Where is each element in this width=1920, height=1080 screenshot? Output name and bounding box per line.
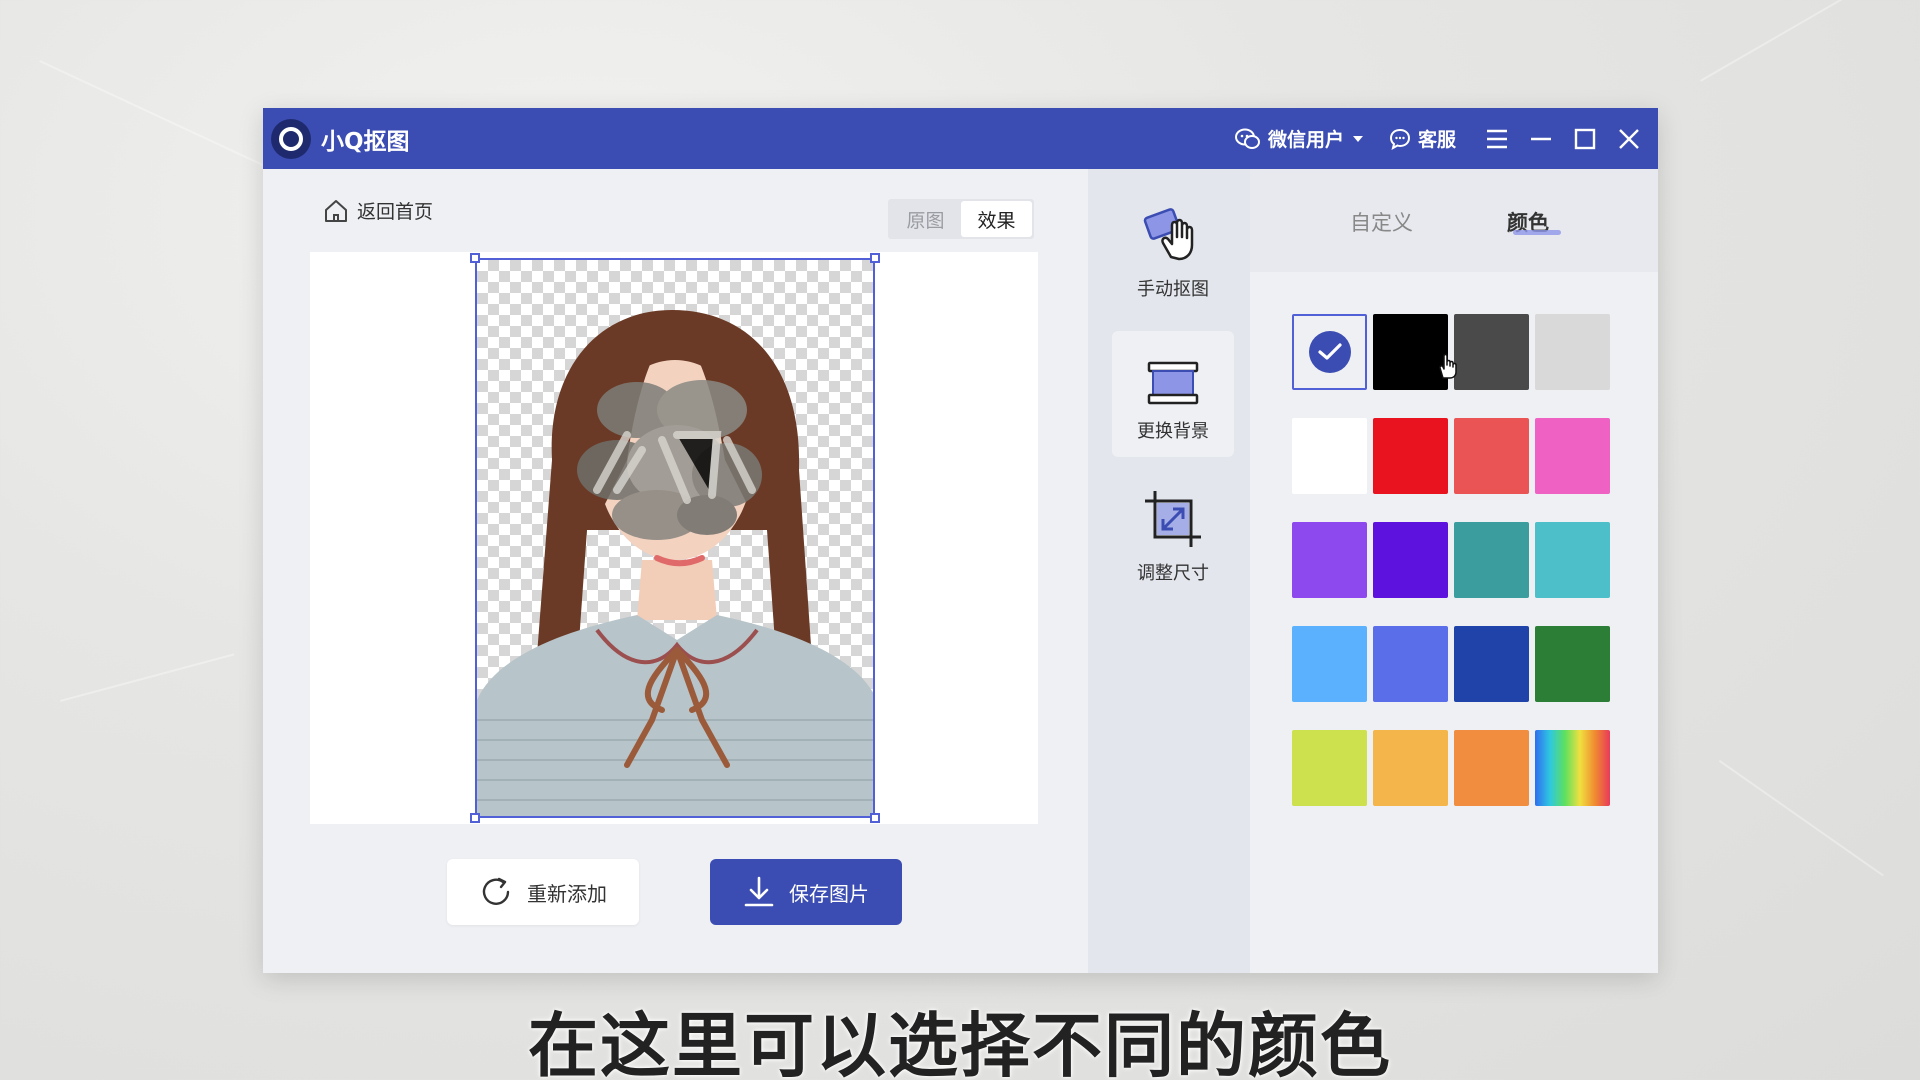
readd-button[interactable]: 重新添加 <box>447 859 639 925</box>
color-swatch[interactable] <box>1373 418 1448 494</box>
color-swatch[interactable] <box>1292 314 1367 390</box>
color-swatch[interactable] <box>1373 626 1448 702</box>
back-home-button[interactable]: 返回首页 <box>323 197 433 224</box>
crop-handle-top-right[interactable] <box>870 253 880 263</box>
color-swatch[interactable] <box>1292 730 1367 806</box>
color-swatch[interactable] <box>1535 626 1610 702</box>
color-swatch[interactable] <box>1292 626 1367 702</box>
color-swatch[interactable] <box>1373 730 1448 806</box>
color-swatch[interactable] <box>1535 418 1610 494</box>
wechat-user-menu[interactable]: 微信用户 <box>1234 125 1366 152</box>
panel-tabs: 自定义 颜色 <box>1250 169 1658 272</box>
color-panel: 自定义 颜色 <box>1250 169 1658 973</box>
minimize-icon <box>1531 137 1551 140</box>
color-swatch[interactable] <box>1292 418 1367 494</box>
crop-handle-bottom-left[interactable] <box>470 813 480 823</box>
crop-handle-bottom-right[interactable] <box>870 813 880 823</box>
video-subtitle: 在这里可以选择不同的颜色 <box>528 1005 1392 1080</box>
resize-icon <box>1145 491 1201 547</box>
color-swatch[interactable] <box>1454 730 1529 806</box>
support-label: 客服 <box>1417 129 1456 151</box>
support-button[interactable]: 客服 <box>1388 125 1456 152</box>
hamburger-menu-icon <box>1487 129 1507 148</box>
color-swatch[interactable] <box>1373 522 1448 598</box>
close-icon <box>1619 128 1639 149</box>
portrait-image <box>477 310 873 816</box>
tab-color[interactable]: 颜色 <box>1507 207 1561 237</box>
color-swatch[interactable] <box>1535 314 1610 390</box>
download-icon <box>744 876 774 907</box>
background-frame-icon <box>1147 361 1199 405</box>
tool-change-background-label: 更换背景 <box>1137 421 1209 442</box>
view-result-tab[interactable]: 效果 <box>961 201 1032 237</box>
title-bar: 小Q抠图 微信用户 客服 <box>263 108 1658 169</box>
tab-custom[interactable]: 自定义 <box>1350 207 1413 237</box>
hand-cutout-icon <box>1143 208 1194 261</box>
color-swatch[interactable] <box>1454 418 1529 494</box>
photo-preview[interactable] <box>475 258 875 818</box>
maximize-icon <box>1574 128 1596 149</box>
color-swatch[interactable] <box>1535 522 1610 598</box>
home-icon <box>325 199 347 222</box>
back-home-label: 返回首页 <box>357 201 434 223</box>
app-window: 小Q抠图 微信用户 客服 返回首页 原图 效果 重新添加 保存图片 手动抠图 更… <box>263 108 1658 973</box>
caret-down-icon <box>1352 135 1363 142</box>
view-toggle: 原图 效果 <box>888 199 1034 239</box>
mouse-cursor-hand-icon <box>1439 353 1457 379</box>
color-swatch[interactable] <box>1454 626 1529 702</box>
readd-label: 重新添加 <box>527 881 607 906</box>
save-image-label: 保存图片 <box>789 881 869 906</box>
color-swatch[interactable] <box>1535 730 1610 806</box>
close-button[interactable] <box>1614 124 1644 154</box>
wechat-user-label: 微信用户 <box>1267 129 1344 151</box>
save-image-button[interactable]: 保存图片 <box>710 859 902 925</box>
app-logo-icon <box>271 118 311 159</box>
refresh-icon <box>482 877 510 905</box>
minimize-button[interactable] <box>1526 124 1556 154</box>
color-swatch[interactable] <box>1454 314 1529 390</box>
color-swatch[interactable] <box>1454 522 1529 598</box>
view-original-tab[interactable]: 原图 <box>890 201 961 237</box>
tool-column: 手动抠图 更换背景 调整尺寸 <box>1088 169 1250 973</box>
color-swatch-grid <box>1292 314 1612 806</box>
wechat-icon <box>1234 128 1260 149</box>
tool-resize-label: 调整尺寸 <box>1137 563 1209 584</box>
preview-canvas <box>310 252 1038 824</box>
tool-manual-cutout-label: 手动抠图 <box>1137 279 1209 300</box>
app-title: 小Q抠图 <box>321 128 410 155</box>
menu-button[interactable] <box>1482 124 1512 154</box>
tool-resize[interactable]: 调整尺寸 <box>1112 473 1234 599</box>
chat-bubble-icon <box>1389 128 1410 150</box>
tool-manual-cutout[interactable]: 手动抠图 <box>1112 189 1234 315</box>
tool-change-background[interactable]: 更换背景 <box>1112 331 1234 457</box>
work-area: 返回首页 原图 效果 重新添加 保存图片 <box>263 169 1088 973</box>
color-swatch[interactable] <box>1292 522 1367 598</box>
checkmark-icon <box>1308 331 1351 373</box>
crop-handle-top-left[interactable] <box>470 253 480 263</box>
maximize-button[interactable] <box>1570 124 1600 154</box>
